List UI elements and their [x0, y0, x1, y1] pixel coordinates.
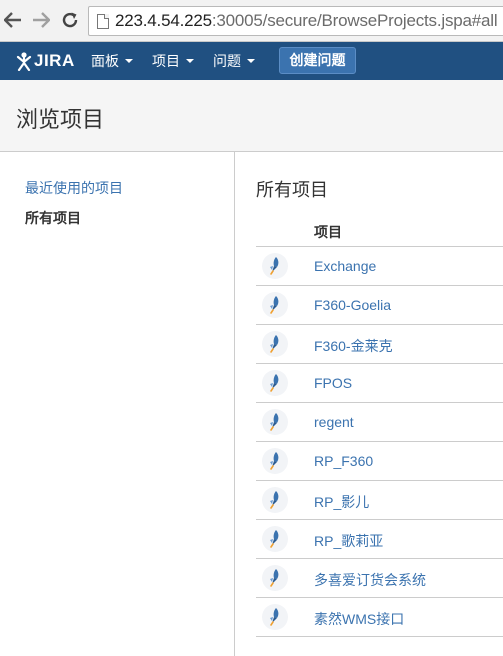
url-text: 223.4.54.225:30005/secure/BrowseProjects… — [115, 11, 498, 31]
project-avatar-icon[interactable] — [262, 526, 288, 552]
project-avatar-icon[interactable] — [262, 565, 288, 591]
menu-issues[interactable]: 问题 — [213, 51, 255, 71]
reload-button[interactable] — [59, 9, 81, 31]
project-table: Exchange F360-Goelia F360-金莱克 FPOS regent RP_… — [256, 247, 503, 637]
project-link[interactable]: F360-Goelia — [314, 297, 391, 313]
table-row: RP_F360 — [256, 442, 503, 481]
jira-header: JIRA 面板 项目 问题 创建问题 — [0, 42, 503, 80]
menu-dashboards[interactable]: 面板 — [91, 51, 133, 71]
menu-projects[interactable]: 项目 — [152, 51, 194, 71]
menu-label: 问题 — [213, 53, 241, 69]
table-row: 多喜爱订货会系统 — [256, 559, 503, 598]
project-link[interactable]: FPOS — [314, 375, 352, 391]
menu-label: 面板 — [91, 53, 119, 69]
page-header: 浏览项目 — [0, 80, 503, 152]
reload-icon — [62, 12, 78, 28]
project-avatar-icon[interactable] — [262, 448, 288, 474]
project-link[interactable]: 多喜爱订货会系统 — [314, 570, 426, 590]
page-icon — [97, 14, 109, 29]
caret-down-icon — [247, 59, 255, 64]
table-row: RP_影儿 — [256, 481, 503, 520]
url-path: :30005/secure/BrowseProjects.jspa#all — [211, 11, 498, 30]
create-issue-button[interactable]: 创建问题 — [279, 47, 356, 74]
project-link[interactable]: regent — [314, 414, 354, 430]
url-host: 223.4.54.225 — [115, 11, 212, 30]
forward-button[interactable] — [30, 9, 52, 31]
column-header-project[interactable]: 项目 — [314, 222, 342, 242]
page-title: 浏览项目 — [16, 107, 105, 132]
table-row: RP_歌莉亚 — [256, 520, 503, 559]
project-avatar-icon[interactable] — [262, 409, 288, 435]
project-link[interactable]: RP_影儿 — [314, 492, 369, 512]
project-link[interactable]: 素然WMS接口 — [314, 609, 404, 629]
table-row: F360-Goelia — [256, 286, 503, 325]
jira-logo-icon — [16, 52, 32, 71]
project-avatar-icon[interactable] — [262, 487, 288, 513]
address-bar[interactable]: 223.4.54.225:30005/secure/BrowseProjects… — [88, 6, 503, 36]
sidebar: 最近使用的项目 所有项目 — [0, 152, 235, 656]
project-link[interactable]: RP_歌莉亚 — [314, 531, 383, 551]
sidebar-item-all-projects[interactable]: 所有项目 — [25, 208, 81, 228]
project-avatar-icon[interactable] — [262, 331, 288, 357]
project-avatar-icon[interactable] — [262, 604, 288, 630]
menu-label: 项目 — [152, 53, 180, 69]
section-title: 所有项目 — [256, 180, 328, 200]
main-content: 所有项目 项目 Exchange F360-Goelia F360-金莱克 FPOS r… — [236, 152, 503, 656]
table-row: Exchange — [256, 247, 503, 286]
browser-toolbar: 223.4.54.225:30005/secure/BrowseProjects… — [0, 0, 503, 42]
table-row: 素然WMS接口 — [256, 598, 503, 637]
sidebar-item-recent-projects[interactable]: 最近使用的项目 — [25, 178, 123, 198]
arrow-left-icon — [4, 12, 21, 28]
table-row: regent — [256, 403, 503, 442]
project-avatar-icon[interactable] — [262, 292, 288, 318]
back-button[interactable] — [2, 9, 24, 31]
project-link[interactable]: F360-金莱克 — [314, 336, 393, 356]
caret-down-icon — [186, 59, 194, 64]
table-row: F360-金莱克 — [256, 325, 503, 364]
project-avatar-icon[interactable] — [262, 370, 288, 396]
jira-logo-text: JIRA — [34, 51, 75, 70]
project-link[interactable]: Exchange — [314, 258, 376, 274]
arrow-right-icon — [33, 12, 50, 28]
caret-down-icon — [125, 59, 133, 64]
table-row: FPOS — [256, 364, 503, 403]
jira-logo[interactable]: JIRA — [15, 50, 75, 72]
table-header: 项目 — [256, 214, 503, 247]
project-link[interactable]: RP_F360 — [314, 453, 373, 469]
project-avatar-icon[interactable] — [262, 253, 288, 279]
